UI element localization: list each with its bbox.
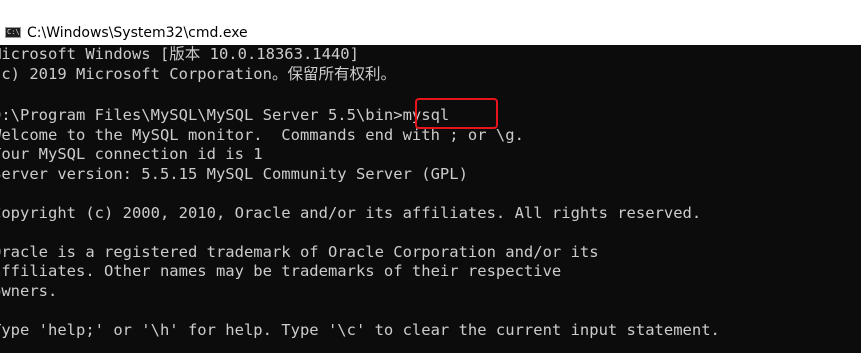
cmd-window: C:\ C:\Windows\System32\cmd.exe Microsof… <box>0 0 861 353</box>
console-line: Server version: 5.5.15 MySQL Community S… <box>0 164 468 183</box>
console-line: Type 'help;' or '\h' for help. Type '\c'… <box>0 320 720 339</box>
console-line: owners. <box>0 281 58 300</box>
console-icon: C:\ <box>5 27 21 38</box>
console-icon-glyph: C:\ <box>7 28 20 36</box>
console-line: (c) 2019 Microsoft Corporation。保留所有权利。 <box>0 64 396 83</box>
window-title: C:\Windows\System32\cmd.exe <box>27 25 248 41</box>
console-line: affiliates. Other names may be trademark… <box>0 262 562 280</box>
console-line: Your MySQL connection id is 1 <box>0 145 263 163</box>
console-line: Oracle is a registered trademark of Orac… <box>0 242 599 261</box>
mysql-command-highlight <box>415 98 498 129</box>
console-line: Microsoft Windows [版本 10.0.18363.1440] <box>0 45 359 63</box>
console-line: Copyright (c) 2000, 2010, Oracle and/or … <box>0 203 702 222</box>
title-bar[interactable]: C:\ C:\Windows\System32\cmd.exe <box>0 0 861 45</box>
command-prompt-line: D:\Program Files\MySQL\MySQL Server 5.5\… <box>0 106 450 124</box>
console-output[interactable]: Microsoft Windows [版本 10.0.18363.1440] (… <box>0 45 861 353</box>
